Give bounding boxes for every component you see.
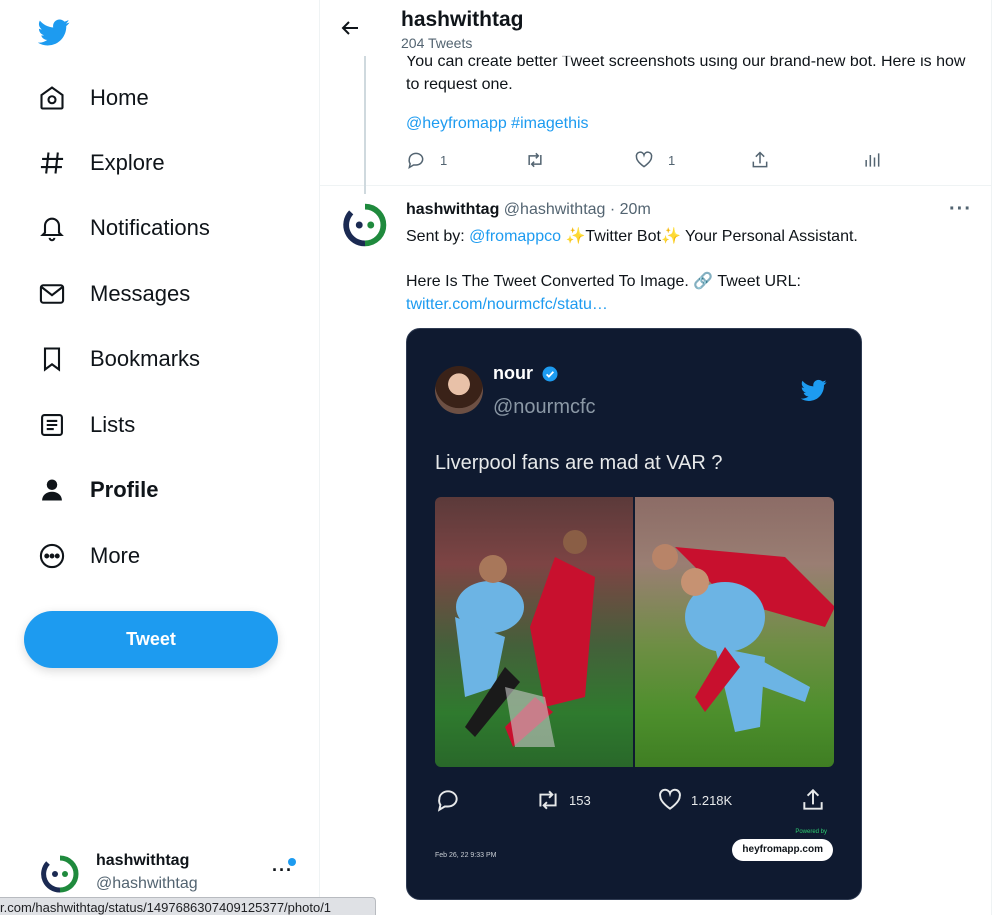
card-author-name: nour [493,363,559,384]
reply-icon [437,790,458,812]
previous-tweet[interactable]: You can create better Tweet screenshots … [320,40,991,185]
twitter-bird-icon [800,377,827,403]
like-button[interactable]: 1 [634,150,675,170]
nav-more-label: More [90,543,141,568]
twitter-bird-icon[interactable] [37,16,70,48]
retweet-icon [528,152,542,168]
previous-tweet-text: You can create better Tweet screenshots … [406,53,966,93]
tweet-button[interactable]: Tweet [24,611,278,668]
card-reply [435,787,461,813]
share-button[interactable] [750,150,770,170]
card-avatar [435,366,483,414]
nav-lists-label: Lists [90,412,136,437]
reply-icon [408,152,424,170]
share-icon [803,788,823,810]
card-retweet: 153 [535,787,591,813]
tweet-text: Sent by: @fromappco ✨Twitter Bot✨ Your P… [406,225,966,316]
list-icon [38,411,66,439]
tweet-line1-prefix: Sent by: [406,228,470,245]
card-brand-pill: heyfromapp.com [732,839,833,861]
tweet-header: hashwithtag @hashwithtag · 20m [406,201,651,219]
home-icon [38,84,66,112]
nav-profile[interactable]: Profile [38,470,158,510]
reply-count: 1 [440,152,448,168]
back-arrow-icon[interactable] [338,16,362,40]
nav-messages[interactable]: Messages [38,274,190,314]
page-title: hashwithtag [401,8,524,31]
account-switcher[interactable]: hashwithtag @hashwithtag ··· [40,848,300,898]
mention-link[interactable]: @fromappco [469,228,561,245]
heart-icon [659,788,681,810]
like-count: 1 [668,152,676,168]
nav-bookmarks-label: Bookmarks [90,346,201,371]
bookmark-icon [38,345,66,373]
tweet-url-link[interactable]: twitter.com/nourmcfc/statu… [406,293,966,316]
account-handle: @hashwithtag [96,875,198,892]
profile-header: hashwithtag 204 Tweets [320,0,991,56]
tweet-separator: · [605,201,620,218]
card-like-count: 1.218K [691,792,733,808]
card-author-handle: @nourmcfc [493,396,596,418]
current-tweet[interactable]: hashwithtag @hashwithtag · 20m ··· Sent … [320,185,991,915]
tweet-author-name[interactable]: hashwithtag [406,201,499,218]
card-tweet-text: Liverpool fans are mad at VAR ? [435,452,723,474]
nav-notifications[interactable]: Notifications [38,208,210,248]
nav-notifications-label: Notifications [90,215,210,240]
photo-right [634,497,834,767]
tweet-time[interactable]: 20m [620,201,651,218]
analytics-button[interactable] [862,150,882,170]
nav-explore-label: Explore [90,150,165,175]
retweet-icon [539,790,557,810]
tweet-line2: Here Is The Tweet Converted To Image. 🔗 … [406,273,801,290]
tweet-author-handle[interactable]: @hashwithtag [504,201,606,218]
nav-home[interactable]: Home [38,78,149,118]
card-like: 1.218K [657,787,732,813]
avatar[interactable] [342,202,388,248]
nav-messages-label: Messages [90,281,191,306]
bell-icon [38,214,66,242]
heart-icon [635,151,653,168]
previous-tweet-tags[interactable]: @heyfromapp #imagethis [406,115,589,133]
retweet-button[interactable] [524,150,546,170]
tweet-count: 204 Tweets [401,35,473,51]
tweet-line1-rest: ✨Twitter Bot✨ Your Personal Assistant. [561,228,858,245]
card-media [435,497,834,767]
reply-button[interactable]: 1 [406,150,447,170]
nav-more[interactable]: More [38,536,140,576]
card-author-name-text: nour [493,363,533,383]
analytics-icon [865,153,880,167]
envelope-icon [38,280,66,308]
notification-dot [288,858,296,866]
person-icon [38,476,66,504]
card-share [800,787,826,813]
verified-badge-icon [542,366,558,381]
sidebar: Home Explore Notifications Messages Book… [0,0,320,915]
nav-explore[interactable]: Explore [38,143,165,183]
nav-home-label: Home [90,85,149,110]
avatar [40,854,80,894]
more-circle-icon [38,542,66,570]
main-column: You can create better Tweet screenshots … [320,0,992,915]
card-powered-by: Powered by [795,829,827,835]
photo-left [435,497,635,767]
share-icon [752,151,768,168]
tweet-image-card[interactable]: nour @nourmcfc Liverpool fans are mad at… [406,328,862,900]
card-date: Feb 26, 22 9:33 PM [435,852,497,859]
card-actions: 153 1.218K [435,787,835,815]
hashtag-icon [38,149,66,177]
card-retweet-count: 153 [569,792,591,808]
nav-profile-label: Profile [90,477,159,502]
previous-tweet-actions: 1 1 [406,150,886,174]
tweet-more-icon[interactable]: ··· [949,198,972,221]
account-name: hashwithtag [96,852,190,869]
nav-lists[interactable]: Lists [38,405,135,445]
thread-line [364,56,366,194]
nav-bookmarks[interactable]: Bookmarks [38,339,200,379]
